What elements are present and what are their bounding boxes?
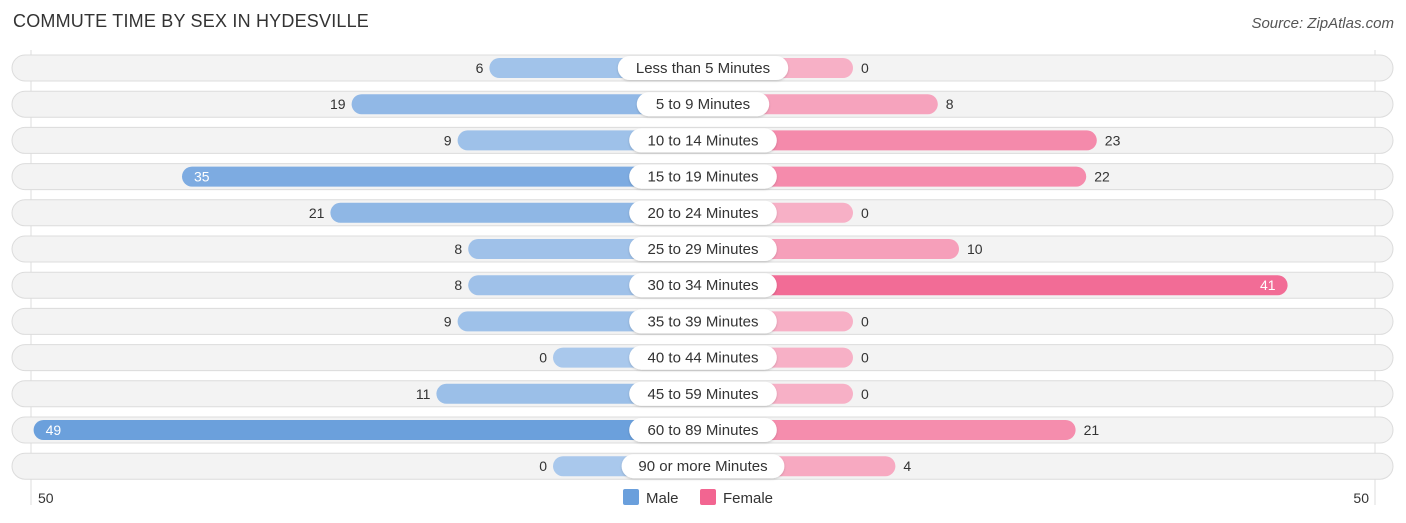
male-value-label: 8 [454, 241, 462, 257]
female-value-label: 22 [1094, 169, 1110, 185]
legend-swatch-female [700, 489, 716, 505]
chart-svg: 6 0 Less than 5 Minutes 19 8 5 to 9 Minutes 9 2… [11, 50, 1394, 507]
female-value-label: 8 [946, 96, 954, 112]
female-value-label: 0 [861, 60, 869, 76]
female-value-label: 10 [967, 241, 983, 257]
legend-swatch-male [623, 489, 639, 505]
female-value-label: 0 [861, 313, 869, 329]
female-value-label: 0 [861, 350, 869, 366]
category-label: 40 to 44 Minutes [648, 350, 759, 367]
category-label: Less than 5 Minutes [636, 60, 770, 77]
category-label: 35 to 39 Minutes [648, 313, 759, 330]
female-value-label: 41 [1260, 277, 1276, 293]
male-value-label: 8 [454, 277, 462, 293]
category-label: 15 to 19 Minutes [648, 169, 759, 186]
chart-container: COMMUTE TIME BY SEX IN HYDESVILLE Source… [0, 0, 1406, 523]
male-value-label: 9 [444, 313, 452, 329]
male-value-label: 11 [416, 386, 431, 402]
female-value-label: 0 [861, 386, 869, 402]
male-value-label: 0 [539, 350, 547, 366]
male-bar [33, 420, 704, 440]
female-value-label: 0 [861, 205, 869, 221]
category-label: 10 to 14 Minutes [648, 132, 759, 149]
category-label: 60 to 89 Minutes [648, 422, 759, 439]
axis-label-left: 50 [38, 490, 54, 506]
male-value-label: 6 [476, 60, 484, 76]
category-label: 20 to 24 Minutes [648, 205, 759, 222]
legend-label-male: Male [646, 490, 679, 507]
category-label: 45 to 59 Minutes [648, 386, 759, 403]
female-value-label: 4 [903, 458, 911, 474]
legend-label-female: Female [723, 490, 773, 507]
category-label: 25 to 29 Minutes [648, 241, 759, 258]
male-value-label: 9 [444, 132, 452, 148]
female-value-label: 21 [1084, 422, 1100, 438]
axis-label-right: 50 [1353, 490, 1369, 506]
category-label: 5 to 9 Minutes [656, 96, 750, 113]
male-bar [182, 166, 703, 187]
male-value-label: 35 [194, 169, 210, 185]
category-label: 90 or more Minutes [638, 458, 767, 475]
male-value-label: 21 [309, 205, 325, 221]
female-value-label: 23 [1105, 132, 1121, 148]
female-bar [703, 275, 1288, 296]
male-value-label: 19 [330, 96, 346, 112]
category-label: 30 to 34 Minutes [648, 277, 759, 294]
male-value-label: 0 [539, 458, 547, 474]
male-value-label: 49 [46, 422, 62, 438]
